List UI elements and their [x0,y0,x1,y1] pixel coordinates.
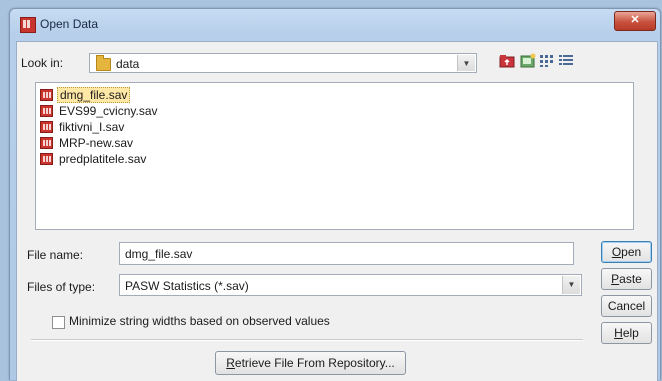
divider [31,339,583,341]
files-of-type-dropdown[interactable]: PASW Statistics (*.sav) ▼ [119,274,582,296]
look-in-label: Look in: [21,56,64,70]
file-name: dmg_file.sav [57,87,131,103]
window-title: Open Data [40,17,99,31]
retrieve-from-repository-button[interactable]: Retrieve File From Repository... [215,351,406,375]
list-view-icon[interactable] [539,53,555,68]
file-list[interactable]: dmg_file.sav EVS99_cvicny.sav fiktivni_I… [35,82,634,230]
close-button[interactable]: ✕ [614,11,656,31]
app-icon [20,17,36,33]
files-of-type-label: Files of type: [27,280,96,294]
file-name-input[interactable]: dmg_file.sav [119,242,574,265]
sav-file-icon [40,89,53,101]
file-name: fiktivni_I.sav [59,120,125,134]
new-folder-icon[interactable] [520,53,536,68]
folder-icon [96,55,111,71]
sav-file-icon [40,153,53,165]
chevron-down-icon[interactable]: ▼ [562,276,580,294]
look-in-dropdown[interactable]: data ▼ [89,53,477,73]
look-in-value: data [116,57,140,71]
files-of-type-value: PASW Statistics (*.sav) [125,279,249,293]
file-name: predplatitele.sav [59,152,147,166]
open-button[interactable]: Open [601,241,652,263]
chevron-down-icon[interactable]: ▼ [457,55,475,71]
cancel-button[interactable]: Cancel [601,295,652,317]
file-name-label: File name: [27,248,84,262]
file-name: MRP-new.sav [59,136,134,150]
minimize-string-widths-label: Minimize string widths based on observed… [69,314,330,328]
up-folder-icon[interactable] [499,53,515,68]
dialog-content: Look in: data ▼ dmg_file.sav EVS99_cvicn… [16,41,658,381]
open-data-dialog: Open Data ✕ Look in: data ▼ dmg_file.sav [9,8,661,381]
details-view-icon[interactable] [558,53,574,68]
sav-file-icon [40,137,53,149]
file-name-value: dmg_file.sav [125,247,193,261]
help-button[interactable]: Help [601,322,652,344]
close-icon: ✕ [630,14,640,26]
paste-button[interactable]: Paste [601,268,652,290]
minimize-string-widths-checkbox[interactable] [52,316,65,329]
sav-file-icon [40,121,53,133]
file-name: EVS99_cvicny.sav [59,104,158,118]
sav-file-icon [40,105,53,117]
